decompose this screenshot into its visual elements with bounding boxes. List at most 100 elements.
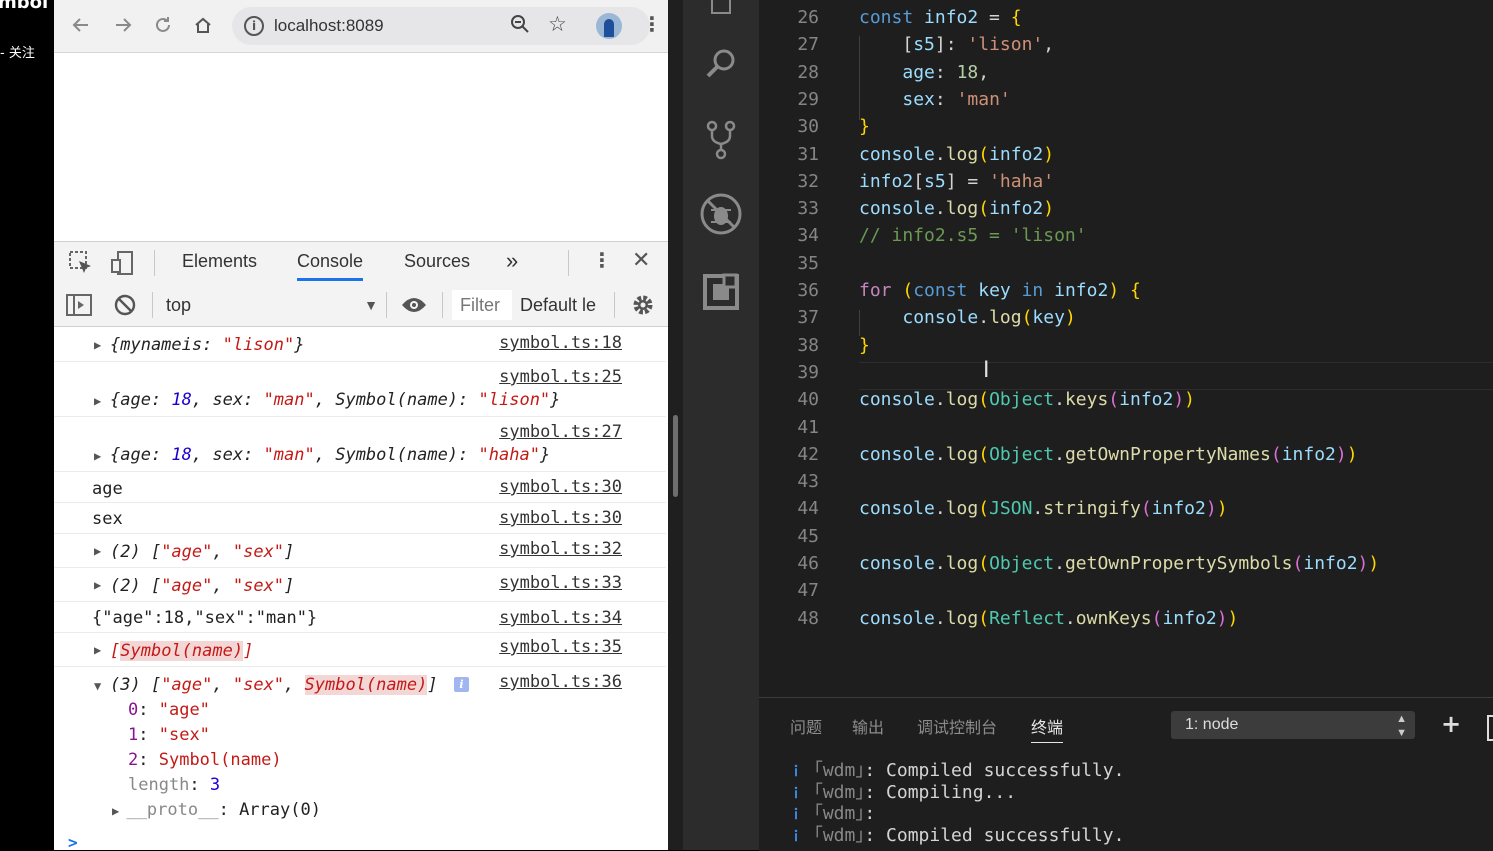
back-icon[interactable]	[68, 12, 94, 38]
code-line[interactable]: console.log(JSON.stringify(info2))	[859, 498, 1228, 519]
expand-triangle-icon[interactable]: ▶	[94, 544, 101, 558]
source-control-icon[interactable]	[697, 116, 745, 164]
code-line[interactable]: sex: 'man'	[859, 89, 1010, 110]
console-row[interactable]: symbol.ts:27 ▶ {age: 18, sex: "man", Sym…	[54, 417, 666, 472]
code-line[interactable]: console.log(Object.keys(info2))	[859, 389, 1195, 410]
code-line[interactable]: // info2.s5 = 'lison'	[859, 225, 1087, 246]
home-icon[interactable]	[190, 12, 216, 38]
code-line[interactable]: console.log(key)	[859, 307, 1075, 328]
extensions-icon[interactable]	[697, 268, 745, 316]
console-row[interactable]: ▶ (2) ["age", "sex"] symbol.ts:33	[54, 568, 666, 602]
device-toolbar-icon[interactable]	[110, 250, 136, 280]
chevron-down-icon: ▼	[364, 297, 378, 313]
code-line[interactable]: for (const key in info2) {	[859, 280, 1141, 301]
tab-console[interactable]: Console	[297, 251, 364, 281]
bookmark-star-icon[interactable]: ☆	[548, 12, 567, 36]
console-row[interactable]: ▶ {mynameis: "lison"} symbol.ts:18	[54, 327, 666, 362]
url-text[interactable]: localhost:8089	[274, 16, 384, 36]
reload-icon[interactable]	[150, 12, 176, 38]
expand-triangle-icon[interactable]: ▶	[94, 394, 101, 408]
debug-icon[interactable]	[697, 190, 745, 238]
inspect-element-icon[interactable]	[68, 250, 94, 280]
line-number: 34	[797, 225, 819, 247]
devtools-menu-icon[interactable]: ⋮	[592, 248, 612, 272]
live-expression-eye-icon[interactable]	[400, 295, 428, 319]
tab-elements[interactable]: Elements	[182, 251, 257, 272]
code-line[interactable]: }	[859, 116, 870, 137]
code-editor[interactable]: I 26 const info2 = {27 [s5]: 'lison', 28 a…	[759, 0, 1493, 697]
console-toolbar: top ▼ Filter Default le	[54, 284, 668, 327]
console-row[interactable]: age symbol.ts:30	[54, 472, 666, 503]
tab-debug-console[interactable]: 调试控制台	[917, 714, 997, 738]
expand-triangle-icon[interactable]: ▶	[94, 578, 101, 592]
code-line[interactable]: console.log(info2)	[859, 144, 1054, 165]
partial-title: mbol	[0, 0, 49, 13]
source-link[interactable]: symbol.ts:35	[499, 637, 622, 657]
code-line[interactable]: console.log(info2)	[859, 198, 1054, 219]
code-line[interactable]: age: 18,	[859, 62, 989, 83]
terminal-line: ｉ ｢wdm｣: Compiled successfully.	[789, 821, 1124, 847]
info-badge-icon[interactable]: i	[454, 677, 469, 692]
settings-gear-icon[interactable]	[630, 292, 656, 322]
console-row[interactable]: ▶ [Symbol(name)] symbol.ts:35	[54, 633, 666, 667]
profile-avatar-icon[interactable]	[596, 13, 622, 39]
sidebar-toggle-icon[interactable]	[66, 293, 92, 321]
source-link[interactable]: symbol.ts:18	[499, 333, 622, 353]
source-link[interactable]: symbol.ts:27	[499, 422, 622, 442]
close-devtools-icon[interactable]: ✕	[632, 248, 650, 273]
source-link[interactable]: symbol.ts:25	[499, 367, 622, 387]
forward-icon[interactable]	[110, 12, 136, 38]
console-row[interactable]: ▶ (2) ["age", "sex"] symbol.ts:32	[54, 534, 666, 568]
scrollbar-thumb[interactable]	[673, 415, 678, 497]
explorer-icon[interactable]	[697, 0, 745, 26]
new-terminal-plus-icon[interactable]: +	[1441, 710, 1461, 738]
address-bar[interactable]: i localhost:8089 ☆ ⋮	[232, 7, 662, 45]
more-tabs-icon[interactable]: »	[506, 248, 518, 274]
console-prompt[interactable]: >	[68, 833, 78, 850]
search-icon[interactable]	[697, 40, 745, 88]
text-cursor-icon: I	[983, 358, 990, 383]
source-link[interactable]: symbol.ts:30	[499, 477, 622, 497]
code-line[interactable]: const info2 = {	[859, 7, 1022, 28]
expand-triangle-icon[interactable]: ▶	[94, 449, 101, 463]
tab-sources[interactable]: Sources	[404, 251, 470, 272]
zoom-icon[interactable]	[510, 14, 530, 39]
follow-label[interactable]: - 关注	[0, 42, 35, 61]
expand-triangle-icon[interactable]: ▶	[94, 643, 101, 657]
split-terminal-icon[interactable]	[1487, 715, 1493, 741]
clear-console-icon[interactable]	[114, 294, 136, 320]
tab-problems[interactable]: 问题	[790, 714, 822, 738]
source-link[interactable]: symbol.ts:32	[499, 539, 622, 559]
filter-input[interactable]: Filter	[452, 290, 512, 320]
log-levels-dropdown[interactable]: Default le	[520, 290, 604, 320]
code-line[interactable]: console.log(Object.getOwnPropertySymbols…	[859, 553, 1379, 574]
code-line[interactable]: console.log(Reflect.ownKeys(info2))	[859, 608, 1238, 629]
tab-output[interactable]: 输出	[852, 714, 884, 738]
expand-triangle-icon[interactable]: ▶	[94, 338, 101, 352]
collapse-triangle-icon[interactable]: ▼	[94, 679, 101, 693]
source-link[interactable]: symbol.ts:33	[499, 573, 622, 593]
console-row[interactable]: symbol.ts:25 ▶ {age: 18, sex: "man", Sym…	[54, 362, 666, 417]
tab-terminal[interactable]: 终端	[1031, 714, 1064, 743]
source-link[interactable]: symbol.ts:30	[499, 508, 622, 528]
separator	[154, 250, 155, 276]
source-link[interactable]: symbol.ts:34	[499, 608, 622, 628]
site-info-icon[interactable]: i	[244, 16, 264, 36]
source-link[interactable]: symbol.ts:36	[499, 672, 622, 692]
array-proto[interactable]: ▶ __proto__: Array(0)	[112, 800, 321, 820]
console-row[interactable]: sex symbol.ts:30	[54, 503, 666, 534]
context-selector[interactable]: top ▼	[158, 290, 378, 320]
expand-triangle-icon[interactable]: ▶	[112, 804, 126, 818]
console-row[interactable]: {"age":18,"sex":"man"} symbol.ts:34	[54, 602, 666, 633]
array-length: length: 3	[128, 775, 221, 795]
code-line[interactable]: }	[859, 335, 870, 356]
array-entry: 0: "age"	[128, 700, 210, 720]
array-value: Symbol(name)	[158, 750, 282, 770]
browser-menu-icon[interactable]: ⋮	[642, 12, 662, 36]
separator	[442, 292, 443, 318]
code-line[interactable]: info2[s5] = 'haha'	[859, 171, 1054, 192]
console-row-expanded[interactable]: ▼ (3) ["age", "sex", Symbol(name)] i sym…	[54, 667, 666, 827]
code-line[interactable]: console.log(Object.getOwnPropertyNames(i…	[859, 444, 1358, 465]
code-line[interactable]: [s5]: 'lison',	[859, 34, 1054, 55]
terminal-select[interactable]: 1: node ▲ ▼	[1171, 711, 1415, 739]
